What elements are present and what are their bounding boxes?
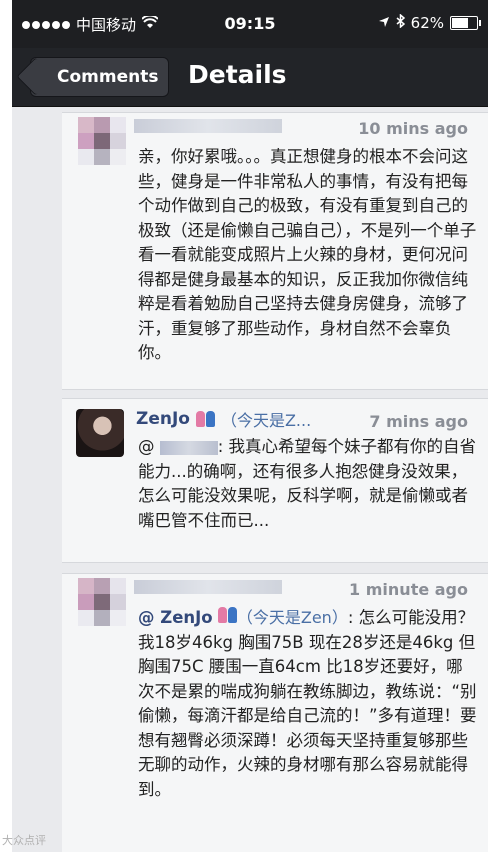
comment-time: 10 mins ago bbox=[358, 119, 468, 138]
phone-screen: 中国移动 09:15 62% Comments Details 10 mins … bbox=[12, 0, 488, 852]
mention-user[interactable]: @ ZenJo bbox=[138, 608, 213, 627]
username[interactable]: ZenJo bbox=[136, 409, 190, 429]
back-button-label: Comments bbox=[57, 67, 159, 87]
avatar[interactable] bbox=[78, 578, 126, 626]
comment-body: @ : 我真心希望每个妹子都有你的自省能力...的确啊，还有很多人抱怨健身没效果… bbox=[138, 435, 478, 533]
mention-blurred[interactable] bbox=[159, 440, 218, 455]
navigation-bar: Comments Details bbox=[12, 48, 488, 107]
username-suffix: （今天是Z... bbox=[220, 411, 312, 430]
comment-body: @ ZenJo （今天是Zen）: 怎么可能没用？我18岁46kg 胸围75B … bbox=[138, 606, 478, 802]
avatar[interactable] bbox=[76, 409, 124, 457]
location-icon bbox=[378, 14, 390, 32]
bluetooth-icon bbox=[396, 13, 405, 32]
couple-emoji-icon bbox=[195, 411, 215, 427]
comment-text: : 怎么可能没用？我18岁46kg 胸围75B 现在28岁还是46kg 但胸围7… bbox=[138, 608, 477, 799]
comment-time: 1 minute ago bbox=[349, 580, 468, 599]
page-title: Details bbox=[188, 60, 287, 89]
username-blurred[interactable] bbox=[134, 119, 282, 133]
comment-time: 7 mins ago bbox=[369, 412, 468, 431]
watermark: 大众点评 bbox=[2, 834, 46, 847]
comment-text: 亲，你好累哦。。。真正想健身的根本不会问这些，健身是一件非常私人的事情，有没有把… bbox=[138, 147, 477, 362]
battery-icon bbox=[450, 16, 481, 30]
battery-label: 62% bbox=[410, 14, 444, 32]
mention-prefix: @ bbox=[138, 437, 155, 456]
avatar[interactable] bbox=[78, 117, 126, 165]
couple-emoji-icon bbox=[217, 607, 237, 623]
comment-card: 10 mins ago 亲，你好累哦。。。真正想健身的根本不会问这些，健身是一件… bbox=[62, 112, 488, 390]
back-button[interactable]: Comments bbox=[30, 57, 170, 97]
status-bar: 中国移动 09:15 62% bbox=[12, 0, 488, 48]
status-right: 62% bbox=[378, 13, 481, 32]
mention-user-suffix: （今天是Zen） bbox=[236, 608, 348, 627]
comment-card: ZenJo （今天是Z... 7 mins ago @ : 我真心希望每个妹子都… bbox=[62, 398, 488, 563]
username-blurred[interactable] bbox=[134, 580, 282, 594]
comment-author[interactable]: ZenJo （今天是Z... bbox=[136, 407, 311, 431]
comment-card: 1 minute ago @ ZenJo （今天是Zen）: 怎么可能没用？我1… bbox=[62, 573, 488, 852]
